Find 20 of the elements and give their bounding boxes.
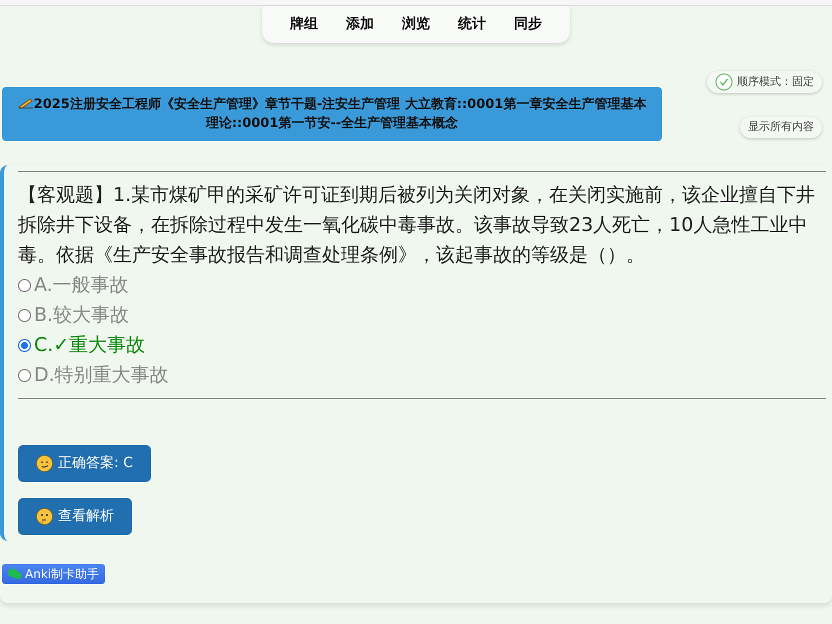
radio-button[interactable] (18, 308, 31, 322)
answer-button[interactable]: 正确答案: C (18, 445, 151, 482)
answer-option[interactable]: C.✓重大事故 (18, 330, 826, 360)
radio-button[interactable] (18, 278, 31, 292)
analysis-button[interactable]: 查看解析 (18, 498, 132, 535)
nav-tab[interactable]: 浏览 (388, 12, 444, 37)
radio-button[interactable] (18, 368, 31, 382)
anki-helper-badge[interactable]: Anki制卡助手 (2, 564, 106, 584)
nav-tab[interactable]: 同步 (500, 12, 556, 37)
emoji-face-icon (36, 508, 53, 525)
question-text: 【客观题】1.某市煤矿甲的采矿许可证到期后被列为关闭对象，在关闭实施前，该企业擅自下井拆除井下设备，在拆除过程中发生一氧化碳中毒事故。该事故导致23人死亡，10人急性工业中毒。依据《生产安全事故报告和调查处理条例》，该起事故的等级是（）。 (18, 183, 816, 268)
radio-button[interactable] (18, 338, 31, 352)
chat-bubbles-icon (8, 568, 22, 580)
order-mode-badge[interactable]: 顺序模式：固定 (707, 71, 822, 93)
nav-tab[interactable]: 添加 (332, 12, 388, 37)
nav-tab[interactable]: 牌组 (276, 12, 332, 37)
emoji-face-icon (36, 455, 53, 472)
deck-title: 2025注册安全工程师《安全生产管理》章节干题-注安生产管理 大立教育::0001第一章安全生产管理基本理论::0001第一节安--全生产管理基本概念 (2, 87, 662, 141)
show-all-button[interactable]: 显示所有内容 (740, 117, 822, 138)
nav-tab[interactable]: 统计 (444, 12, 500, 37)
